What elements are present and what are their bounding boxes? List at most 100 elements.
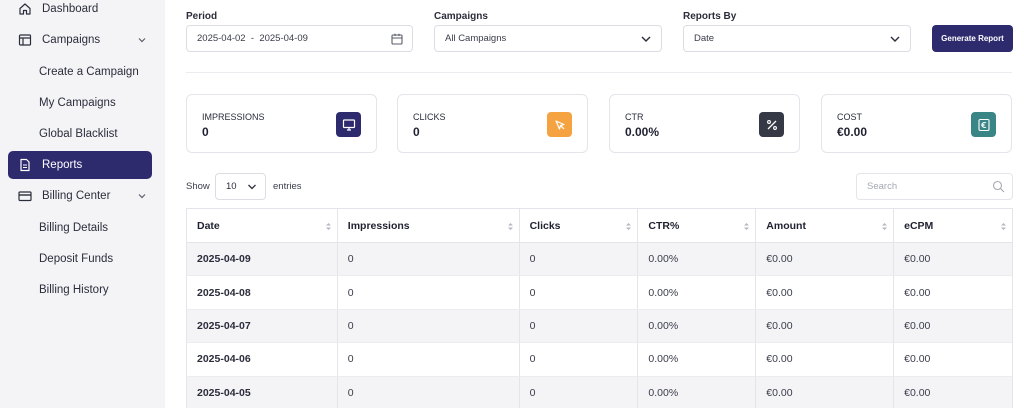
- card-value: €0.00: [837, 125, 868, 139]
- cell-ecpm: €0.00: [893, 376, 1013, 408]
- sidebar-item-billing-history[interactable]: Billing History: [39, 280, 109, 300]
- main-content: Period 2025-04-02 - 2025-04-09 Campaigns…: [165, 0, 1024, 408]
- chevron-down-icon: [641, 36, 651, 42]
- sidebar-item-billing-center[interactable]: Billing Center: [8, 182, 152, 210]
- table-row: 2025-04-08 0 0 0.00% €0.00 €0.00: [186, 275, 1013, 310]
- period-date-range-input[interactable]: 2025-04-02 - 2025-04-09: [186, 25, 413, 52]
- cell-date: 2025-04-08: [186, 275, 338, 310]
- sidebar-item-my-campaigns[interactable]: My Campaigns: [39, 93, 116, 113]
- calendar-icon: [391, 33, 403, 45]
- cursor-icon: [547, 112, 572, 137]
- sidebar-item-label: Reports: [42, 159, 83, 171]
- sidebar-item-campaigns[interactable]: Campaigns: [8, 26, 152, 54]
- cell-clicks: 0: [519, 376, 639, 408]
- sort-icon: [507, 223, 513, 230]
- cell-clicks: 0: [519, 342, 639, 377]
- cell-clicks: 0: [519, 242, 639, 277]
- table-row: 2025-04-09 0 0 0.00% €0.00 €0.00: [186, 242, 1013, 277]
- cell-amount: €0.00: [755, 376, 895, 408]
- cell-date: 2025-04-06: [186, 342, 338, 377]
- sort-icon: [325, 223, 331, 230]
- card-value: 0: [202, 125, 209, 139]
- sort-icon: [626, 223, 632, 230]
- column-header-date[interactable]: Date: [186, 208, 338, 243]
- cell-amount: €0.00: [755, 275, 895, 310]
- impressions-card: IMPRESSIONS 0: [186, 94, 377, 153]
- cost-card: COST €0.00: [821, 94, 1012, 153]
- sidebar-item-billing-details[interactable]: Billing Details: [39, 218, 108, 238]
- cell-clicks: 0: [519, 309, 639, 344]
- cell-ecpm: €0.00: [893, 242, 1013, 277]
- column-header-impressions[interactable]: Impressions: [337, 208, 520, 243]
- sidebar-item-deposit-funds[interactable]: Deposit Funds: [39, 249, 113, 269]
- cell-amount: €0.00: [755, 342, 895, 377]
- table-row: 2025-04-06 0 0 0.00% €0.00 €0.00: [186, 342, 1013, 377]
- card-value: 0: [413, 125, 420, 139]
- cell-ctr: 0.00%: [637, 342, 757, 377]
- document-icon: [18, 158, 32, 172]
- cell-impressions: 0: [337, 342, 520, 377]
- campaigns-label: Campaigns: [434, 11, 488, 22]
- entries-value: 10: [226, 181, 237, 192]
- sidebar-item-dashboard[interactable]: Dashboard: [8, 0, 152, 23]
- card-label: CLICKS: [413, 112, 446, 122]
- cell-impressions: 0: [337, 376, 520, 408]
- cell-ctr: 0.00%: [637, 309, 757, 344]
- search-input[interactable]: Search: [856, 173, 1013, 200]
- entries-select[interactable]: 10: [215, 173, 266, 200]
- cell-amount: €0.00: [755, 309, 895, 344]
- home-icon: [18, 2, 32, 16]
- cell-ecpm: €0.00: [893, 342, 1013, 377]
- generate-report-button[interactable]: Generate Report: [932, 25, 1013, 52]
- card-value: 0.00%: [625, 125, 660, 139]
- search-placeholder: Search: [867, 181, 898, 192]
- cell-date: 2025-04-07: [186, 309, 338, 344]
- sidebar-item-label: Campaigns: [42, 34, 101, 46]
- column-header-ecpm[interactable]: eCPM: [893, 208, 1013, 243]
- sidebar-item-reports[interactable]: Reports: [8, 151, 152, 179]
- column-header-clicks[interactable]: Clicks: [519, 208, 639, 243]
- sort-icon: [744, 223, 750, 230]
- table-row: 2025-04-07 0 0 0.00% €0.00 €0.00: [186, 309, 1013, 344]
- search-icon: [992, 180, 1005, 193]
- cell-ctr: 0.00%: [637, 275, 757, 310]
- table-row: 2025-04-05 0 0 0.00% €0.00 €0.00: [186, 376, 1013, 408]
- cell-ecpm: €0.00: [893, 309, 1013, 344]
- sidebar-item-create-campaign[interactable]: Create a Campaign: [39, 62, 139, 82]
- credit-card-icon: [18, 189, 32, 203]
- sidebar-item-label: Billing Center: [42, 190, 111, 202]
- reports-by-select[interactable]: Date: [683, 25, 911, 52]
- reports-by-value: Date: [694, 33, 715, 44]
- cell-ctr: 0.00%: [637, 376, 757, 408]
- table-header-row: Date Impressions Clicks CTR% Amount eCPM: [186, 208, 1013, 243]
- entries-label: entries: [273, 181, 302, 192]
- card-label: CTR: [625, 112, 644, 122]
- cell-impressions: 0: [337, 275, 520, 310]
- column-header-ctr[interactable]: CTR%: [637, 208, 757, 243]
- cell-impressions: 0: [337, 309, 520, 344]
- card-label: COST: [837, 112, 863, 122]
- campaigns-value: All Campaigns: [445, 33, 507, 44]
- euro-icon: [971, 112, 996, 137]
- sidebar: Dashboard Campaigns Create a Campaign My…: [0, 0, 165, 408]
- sidebar-item-label: Dashboard: [42, 3, 99, 15]
- sort-icon: [1001, 223, 1006, 230]
- reports-by-label: Reports By: [683, 11, 737, 22]
- cell-amount: €0.00: [755, 242, 895, 277]
- sidebar-item-global-blacklist[interactable]: Global Blacklist: [39, 124, 118, 144]
- show-label: Show: [186, 181, 210, 192]
- card-label: IMPRESSIONS: [202, 112, 265, 122]
- campaigns-select[interactable]: All Campaigns: [434, 25, 662, 52]
- chevron-down-icon: [890, 36, 900, 42]
- cell-date: 2025-04-05: [186, 376, 338, 408]
- cell-clicks: 0: [519, 275, 639, 310]
- percent-icon: [759, 112, 784, 137]
- period-label: Period: [186, 11, 218, 22]
- column-header-amount[interactable]: Amount: [755, 208, 895, 243]
- reports-table: Date Impressions Clicks CTR% Amount eCPM…: [186, 208, 1013, 408]
- cell-ctr: 0.00%: [637, 242, 757, 277]
- ctr-card: CTR 0.00%: [609, 94, 800, 153]
- layout-icon: [18, 33, 32, 47]
- divider: [186, 72, 1012, 73]
- cell-date: 2025-04-09: [186, 242, 338, 277]
